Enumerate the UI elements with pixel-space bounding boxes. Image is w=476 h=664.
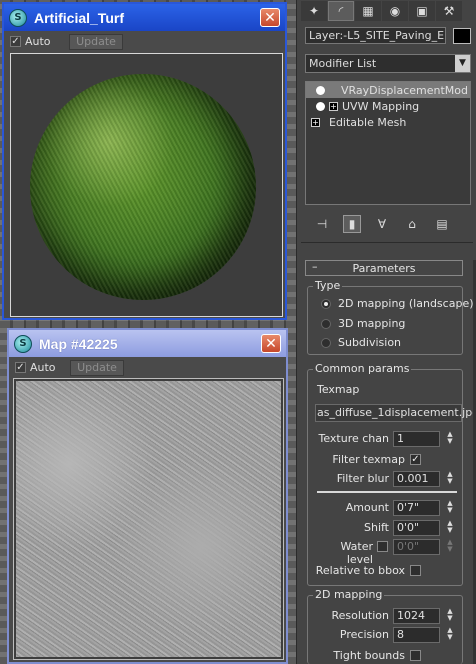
- divider: [301, 242, 473, 243]
- auto-checkbox[interactable]: ✓: [15, 362, 26, 373]
- precision-spinner[interactable]: ▲ ▼: [445, 627, 455, 643]
- material-sphere: [30, 74, 256, 300]
- filter-texmap-checkbox[interactable]: ✓: [410, 454, 421, 465]
- water-level-checkbox[interactable]: [377, 541, 388, 552]
- radio-2d-mapping[interactable]: 2D mapping (landscape): [321, 297, 474, 310]
- utilities-icon[interactable]: ⚒: [436, 1, 462, 21]
- show-end-result-icon[interactable]: ▮: [343, 215, 361, 233]
- material-preview: [10, 53, 283, 317]
- texmap-button[interactable]: as_diffuse_1displacement.jpg): [315, 404, 476, 422]
- title-bar[interactable]: S Map #42225 ✕: [9, 330, 286, 357]
- amount-spinner[interactable]: ▲ ▼: [445, 500, 455, 516]
- expand-icon[interactable]: +: [329, 101, 338, 111]
- resolution-input[interactable]: 1024: [393, 608, 440, 624]
- close-button[interactable]: ✕: [261, 334, 281, 353]
- motion-icon[interactable]: ◉: [382, 1, 408, 21]
- water-level-label: Water level: [340, 540, 373, 566]
- collapse-icon: –: [312, 260, 318, 273]
- texture-preview: [13, 378, 284, 660]
- app-icon: S: [9, 8, 27, 27]
- shift-label: Shift: [363, 521, 389, 534]
- close-button[interactable]: ✕: [260, 8, 280, 27]
- filter-texmap-label: Filter texmap: [332, 453, 405, 466]
- modifier-list-label: Modifier List: [309, 57, 377, 70]
- amount-input[interactable]: 0'7": [393, 500, 440, 516]
- chevron-down-icon[interactable]: ▼: [455, 55, 470, 72]
- update-button[interactable]: Update: [70, 360, 124, 376]
- lightbulb-icon[interactable]: [316, 101, 325, 111]
- separator-line: [317, 491, 457, 493]
- tight-bounds-checkbox[interactable]: [410, 650, 421, 661]
- panel-tabs: ✦ ◜ ▦ ◉ ▣ ⚒: [297, 0, 476, 22]
- stack-item[interactable]: VRayDisplacementMod: [306, 82, 470, 98]
- resolution-label: Resolution: [331, 609, 389, 622]
- map-preview-window[interactable]: S Map #42225 ✕ ✓ Auto Update: [7, 328, 288, 664]
- command-panel: ✦ ◜ ▦ ◉ ▣ ⚒ Layer:-L5_SITE_Paving_E Modi…: [296, 0, 476, 664]
- stack-item[interactable]: + UVW Mapping: [306, 98, 470, 114]
- texture-chan-spinner[interactable]: ▲ ▼: [445, 431, 455, 447]
- relative-bbox-label: Relative to bbox: [315, 564, 405, 577]
- precision-input[interactable]: 8: [393, 627, 440, 643]
- parameters-rollout-header[interactable]: – Parameters: [305, 260, 463, 276]
- filter-blur-spinner[interactable]: ▲ ▼: [445, 471, 455, 487]
- modifier-list-dropdown[interactable]: Modifier List ▼: [305, 54, 471, 73]
- remove-modifier-icon[interactable]: ⌂: [403, 215, 421, 233]
- app-icon: S: [14, 334, 32, 353]
- shift-spinner[interactable]: ▲ ▼: [445, 520, 455, 536]
- radio-subdivision[interactable]: Subdivision: [321, 336, 401, 349]
- configure-sets-icon[interactable]: ▤: [433, 215, 451, 233]
- tight-bounds-label: Tight bounds: [333, 649, 405, 662]
- shift-input[interactable]: 0'0": [393, 520, 440, 536]
- window-title: Map #42225: [39, 335, 118, 352]
- stack-toolbar: ⊣ ▮ ∀ ⌂ ▤: [305, 213, 471, 235]
- type-group-title: Type: [313, 279, 343, 292]
- resolution-spinner[interactable]: ▲ ▼: [445, 608, 455, 624]
- filter-blur-label: Filter blur: [336, 472, 389, 485]
- auto-checkbox[interactable]: ✓: [10, 36, 21, 47]
- rollout-title: Parameters: [352, 261, 416, 275]
- update-button[interactable]: Update: [69, 34, 123, 50]
- window-title: Artificial_Turf: [34, 9, 124, 26]
- modify-icon[interactable]: ◜: [328, 1, 354, 21]
- expand-icon[interactable]: +: [311, 117, 320, 127]
- create-icon[interactable]: ✦: [301, 1, 327, 21]
- texture-image: [16, 381, 281, 657]
- amount-label: Amount: [345, 501, 389, 514]
- auto-label: Auto: [30, 361, 56, 374]
- precision-label: Precision: [339, 628, 389, 641]
- water-level-spinner[interactable]: ▲ ▼: [445, 539, 455, 555]
- water-level-input[interactable]: 0'0": [393, 539, 440, 555]
- pin-stack-icon[interactable]: ⊣: [313, 215, 331, 233]
- display-icon[interactable]: ▣: [409, 1, 435, 21]
- radio-3d-mapping[interactable]: 3D mapping: [321, 317, 405, 330]
- stack-item[interactable]: + Editable Mesh: [306, 114, 470, 130]
- filter-blur-input[interactable]: 0.001: [393, 471, 440, 487]
- hierarchy-icon[interactable]: ▦: [355, 1, 381, 21]
- mapping-2d-title: 2D mapping: [313, 588, 385, 601]
- auto-label: Auto: [25, 35, 51, 48]
- lightbulb-icon[interactable]: [316, 85, 325, 95]
- texture-chan-label: Texture chan: [318, 432, 390, 445]
- texture-chan-input[interactable]: 1: [393, 431, 440, 447]
- modifier-stack[interactable]: VRayDisplacementMod + UVW Mapping + Edit…: [305, 81, 471, 205]
- common-params-title: Common params: [313, 362, 412, 375]
- make-unique-icon[interactable]: ∀: [373, 215, 391, 233]
- relative-bbox-checkbox[interactable]: [410, 565, 421, 576]
- texmap-label: Texmap: [317, 383, 360, 396]
- object-color-swatch[interactable]: [453, 28, 471, 44]
- material-preview-window[interactable]: S Artificial_Turf ✕ ✓ Auto Update: [2, 2, 287, 320]
- title-bar[interactable]: S Artificial_Turf ✕: [4, 4, 285, 31]
- object-name-field[interactable]: Layer:-L5_SITE_Paving_E: [305, 27, 446, 44]
